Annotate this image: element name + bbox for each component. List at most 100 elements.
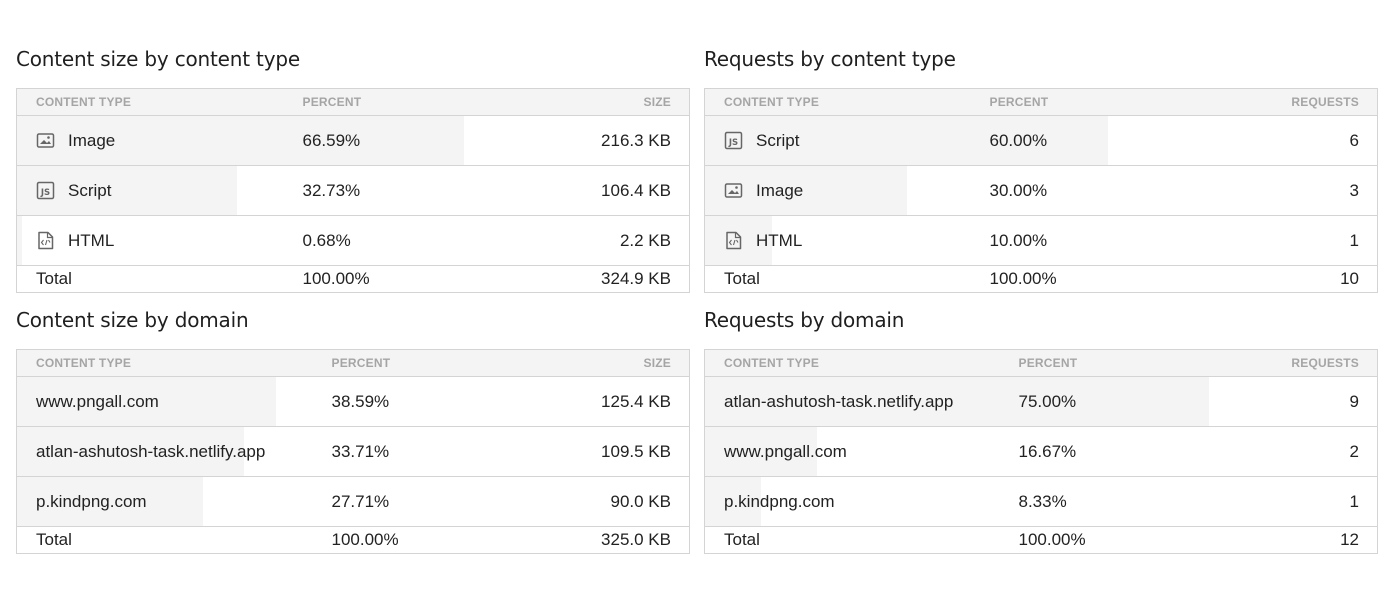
panel-content-size-by-domain: Content size by domain CONTENT TYPE PERC…	[16, 305, 690, 554]
row-label: Script	[756, 130, 800, 150]
table-header-row: CONTENT TYPE PERCENT SIZE	[16, 88, 690, 116]
total-percent: 100.00%	[1018, 530, 1086, 549]
column-header-content-type[interactable]: CONTENT TYPE	[16, 88, 284, 116]
table-row[interactable]: p.kindpng.com 27.71% 90.0 KB	[16, 476, 690, 527]
table-row[interactable]: JS Script 60.00% 6	[704, 115, 1378, 166]
table-row[interactable]: Image 66.59% 216.3 KB	[16, 115, 690, 166]
row-label: Script	[68, 180, 112, 200]
row-domain: atlan-ashutosh-task.netlify.app	[36, 441, 266, 461]
table-row[interactable]: www.pngall.com 38.59% 125.4 KB	[16, 376, 690, 427]
panel-title: Requests by content type	[704, 47, 956, 71]
total-requests: 10	[1340, 269, 1359, 288]
content-size-by-type-table: CONTENT TYPE PERCENT SIZE Image 66.59% 2…	[16, 88, 690, 293]
row-percent: 33.71%	[331, 441, 390, 461]
row-percent: 27.71%	[331, 491, 390, 511]
row-domain: p.kindpng.com	[36, 491, 147, 511]
row-size: 90.0 KB	[610, 491, 672, 511]
row-percent: 75.00%	[1018, 391, 1077, 411]
js-icon: JS	[724, 131, 743, 150]
row-percent: 16.67%	[1018, 441, 1077, 461]
row-size: 109.5 KB	[601, 441, 671, 461]
table-header-row: CONTENT TYPE PERCENT REQUESTS	[704, 88, 1378, 116]
svg-text:JS: JS	[728, 138, 738, 148]
total-percent: 100.00%	[989, 269, 1057, 288]
table-total-row: Total 100.00% 12	[705, 527, 1378, 554]
panel-title: Requests by domain	[704, 308, 905, 332]
row-size: 106.4 KB	[601, 180, 671, 200]
table-row[interactable]: p.kindpng.com 8.33% 1	[704, 476, 1378, 527]
row-size: 125.4 KB	[601, 391, 671, 411]
table-header-row: CONTENT TYPE PERCENT REQUESTS	[704, 349, 1378, 377]
row-requests: 3	[1349, 180, 1359, 200]
column-header-percent[interactable]: PERCENT	[970, 88, 1259, 116]
row-percent: 66.59%	[302, 130, 361, 150]
row-requests: 1	[1349, 230, 1359, 250]
total-percent: 100.00%	[302, 269, 370, 288]
row-percent: 38.59%	[331, 391, 390, 411]
row-percent: 30.00%	[989, 180, 1048, 200]
table-row[interactable]: atlan-ashutosh-task.netlify.app 75.00% 9	[704, 376, 1378, 427]
total-label: Total	[724, 269, 760, 288]
total-label: Total	[724, 530, 760, 549]
total-requests: 12	[1340, 530, 1359, 549]
column-header-content-type[interactable]: CONTENT TYPE	[704, 349, 1000, 377]
panel-requests-by-domain: Requests by domain CONTENT TYPE PERCENT …	[704, 305, 1378, 554]
row-percent: 10.00%	[989, 230, 1048, 250]
row-size: 2.2 KB	[619, 230, 671, 250]
html-icon	[36, 231, 55, 250]
content-size-by-domain-table: CONTENT TYPE PERCENT SIZE www.pngall.com…	[16, 349, 690, 554]
column-header-size[interactable]: SIZE	[570, 349, 690, 377]
column-header-content-type[interactable]: CONTENT TYPE	[704, 88, 971, 116]
image-icon	[36, 131, 55, 150]
row-percent: 60.00%	[989, 130, 1048, 150]
panel-requests-by-type: Requests by content type CONTENT TYPE PE…	[704, 44, 1378, 293]
column-header-percent[interactable]: PERCENT	[312, 349, 571, 377]
row-label: HTML	[68, 230, 115, 250]
table-total-row: Total 100.00% 324.9 KB	[17, 266, 690, 293]
row-requests: 1	[1349, 491, 1359, 511]
row-percent: 0.68%	[302, 230, 351, 250]
panel-title: Content size by content type	[16, 47, 300, 71]
row-requests: 9	[1349, 391, 1359, 411]
column-header-size[interactable]: SIZE	[570, 88, 690, 116]
total-size: 324.9 KB	[601, 269, 671, 288]
panel-content-size-by-type: Content size by content type CONTENT TYP…	[16, 44, 690, 293]
total-size: 325.0 KB	[601, 530, 671, 549]
column-header-requests[interactable]: REQUESTS	[1258, 349, 1378, 377]
column-header-content-type[interactable]: CONTENT TYPE	[16, 349, 313, 377]
column-header-percent[interactable]: PERCENT	[999, 349, 1259, 377]
table-header-row: CONTENT TYPE PERCENT SIZE	[16, 349, 690, 377]
row-label: Image	[756, 180, 804, 200]
row-percent: 32.73%	[302, 180, 361, 200]
column-header-requests[interactable]: REQUESTS	[1258, 88, 1378, 116]
row-percent: 8.33%	[1018, 491, 1067, 511]
row-domain: www.pngall.com	[724, 441, 847, 461]
row-domain: www.pngall.com	[36, 391, 159, 411]
table-total-row: Total 100.00% 10	[705, 266, 1378, 293]
row-requests: 2	[1349, 441, 1359, 461]
image-icon	[724, 181, 743, 200]
table-row[interactable]: HTML 10.00% 1	[704, 215, 1378, 266]
html-icon	[724, 231, 743, 250]
svg-text:JS: JS	[40, 188, 50, 198]
row-label: HTML	[756, 230, 803, 250]
panel-title: Content size by domain	[16, 308, 249, 332]
requests-by-type-table: CONTENT TYPE PERCENT REQUESTS JS Script 6…	[704, 88, 1378, 293]
table-row[interactable]: HTML 0.68% 2.2 KB	[16, 215, 690, 266]
table-row[interactable]: Image 30.00% 3	[704, 165, 1378, 216]
row-domain: p.kindpng.com	[724, 491, 835, 511]
table-total-row: Total 100.00% 325.0 KB	[17, 527, 690, 554]
table-row[interactable]: www.pngall.com 16.67% 2	[704, 426, 1378, 477]
row-domain: atlan-ashutosh-task.netlify.app	[724, 391, 954, 411]
row-size: 216.3 KB	[601, 130, 671, 150]
column-header-percent[interactable]: PERCENT	[283, 88, 571, 116]
table-row[interactable]: atlan-ashutosh-task.netlify.app 33.71% 1…	[16, 426, 690, 477]
row-requests: 6	[1349, 130, 1359, 150]
table-row[interactable]: JS Script 32.73% 106.4 KB	[16, 165, 690, 216]
js-icon: JS	[36, 181, 55, 200]
total-label: Total	[36, 269, 72, 288]
requests-by-domain-table: CONTENT TYPE PERCENT REQUESTS atlan-ashu…	[704, 349, 1378, 554]
row-label: Image	[68, 130, 116, 150]
total-label: Total	[36, 530, 72, 549]
total-percent: 100.00%	[331, 530, 399, 549]
